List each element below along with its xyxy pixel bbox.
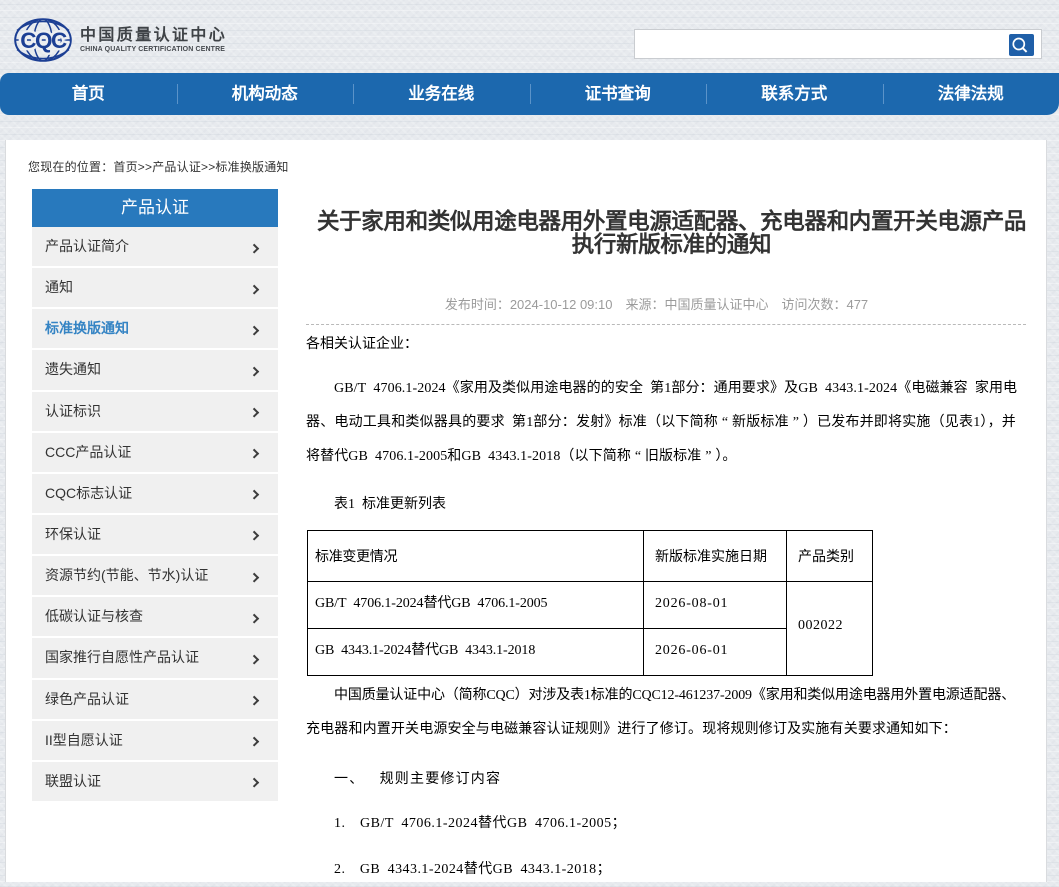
svg-text:CQC: CQC — [20, 28, 67, 53]
